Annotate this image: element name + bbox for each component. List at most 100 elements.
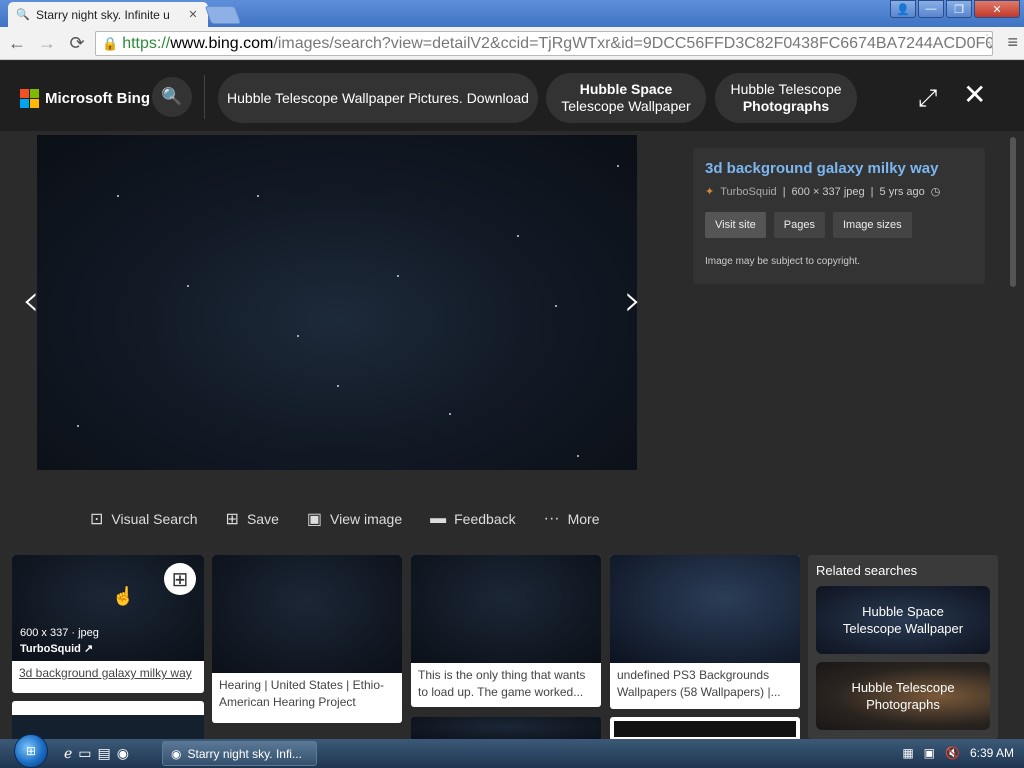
browser-tab[interactable]: 🔍 Starry night sky. Infinite u ✕ [8,2,208,27]
pill-line1: Hubble Telescope Wallpaper Pictures. Dow… [227,89,529,106]
meta-separator: | [870,185,874,198]
close-window-button[interactable]: ✕ [974,0,1020,18]
image-title-link[interactable]: 3d background galaxy milky way [705,160,973,177]
action-label: Save [246,511,279,527]
pages-button[interactable]: Pages [773,212,825,238]
window-controls: 👤 — ❐ ✕ [890,0,1020,18]
volume-muted-icon[interactable]: 🔇 [945,746,960,760]
forward-icon[interactable]: → [34,30,60,56]
add-to-collection-icon[interactable]: ⊞ [164,563,196,595]
image-age: 5 yrs ago [879,185,925,198]
bing-header: Microsoft Bing 🔍 Hubble Telescope Wallpa… [0,61,1024,131]
copyright-notice: Image may be subject to copyright. [705,256,861,267]
expand-icon[interactable]: ⤢ [918,85,937,113]
system-tray: ▦ ▣ 🔇 6:39 AM [902,746,1014,760]
bing-logo[interactable]: Microsoft Bing [20,89,150,108]
scrollbar[interactable] [1010,137,1016,287]
thumbnail-image[interactable]: ⊞ 600 x 337 · jpeg TurboSquid ↗ [12,555,204,661]
thumbnail-caption[interactable]: undefined PS3 Backgrounds Wallpapers (58… [610,663,800,705]
new-tab-button[interactable] [204,6,242,24]
bookmark-star-icon[interactable]: ☆ [986,34,992,53]
chrome-icon: ◉ [171,746,182,761]
chrome-icon[interactable]: ◉ [117,745,129,762]
explorer-icon[interactable]: ▤ [98,745,111,762]
related-pill-2[interactable]: Hubble Space Telescope Wallpaper [546,73,706,123]
card-line1: Hubble Telescope [851,680,955,695]
windows-taskbar: ⊞ ℯ ▭ ▤ ◉ ◉ Starry night sky. Infi... ▦ … [0,733,1024,768]
related-pill-1[interactable]: Hubble Telescope Wallpaper Pictures. Dow… [218,73,538,123]
thumbnail-image[interactable] [411,717,601,741]
restore-button[interactable]: ❐ [946,0,972,18]
save-icon: ⊞ [225,511,239,528]
thumbnail-image[interactable] [614,721,796,737]
thumbnail-selected[interactable]: ⊞ 600 x 337 · jpeg TurboSquid ↗ 3d backg… [12,555,204,693]
image-dimensions: 600 × 337 jpeg [791,185,865,198]
thumbnail-image[interactable] [610,555,800,663]
visual-search-button[interactable]: ⊡ Visual Search [90,509,198,529]
search-icon[interactable]: 🔍 [152,77,192,117]
image-sizes-button[interactable]: Image sizes [832,212,912,238]
ie-icon[interactable]: ℯ [64,745,72,762]
info-buttons: Visit site Pages Image sizes [705,212,973,238]
visual-search-icon: ⊡ [90,511,104,528]
desktop-icon[interactable]: ▭ [78,745,91,762]
card-line2: Photographs [866,697,940,712]
network-icon[interactable]: ▦ [902,746,913,760]
card-line2: Telescope Wallpaper [842,621,964,636]
hand-cursor-icon: ☝ [112,586,135,606]
back-icon[interactable]: ← [4,30,30,56]
clock[interactable]: 6:39 AM [970,746,1014,760]
lock-icon: 🔒 [102,35,119,51]
thumbnail-image[interactable] [12,701,204,741]
thumbnail-partial[interactable] [12,701,204,741]
previous-arrow-icon[interactable]: ‹ [22,275,40,326]
thumbnail-4[interactable]: undefined PS3 Backgrounds Wallpapers (58… [610,555,800,709]
external-link-icon: ↗ [83,643,94,655]
meta-separator: | [782,185,786,198]
thumbnail-partial[interactable] [610,717,800,741]
related-search-card[interactable]: Hubble Telescope Photographs [816,662,990,730]
close-icon[interactable]: ✕ [963,81,986,109]
thumbnail-source[interactable]: TurboSquid ↗ [20,642,93,655]
source-name[interactable]: TurboSquid [720,186,776,198]
action-label: More [567,511,600,527]
monitor-icon[interactable]: ▣ [924,746,935,760]
related-searches-title: Related searches [816,563,918,578]
reload-icon[interactable]: ⟳ [64,30,90,56]
minimize-button[interactable]: — [918,0,944,18]
next-arrow-icon[interactable]: › [624,275,642,326]
thumbnail-image[interactable] [212,555,402,673]
thumbnail-caption-link[interactable]: 3d background galaxy milky way [19,666,192,680]
address-bar[interactable]: 🔒 https:// www.bing.com /images/search?v… [95,31,993,56]
history-icon: ◷ [930,186,941,198]
feedback-icon: ▬ [430,510,447,527]
thumbnail-3[interactable]: This is the only thing that wants to loa… [411,555,601,707]
thumbnail-partial[interactable] [411,717,601,741]
microsoft-logo-icon [20,89,39,108]
view-image-button[interactable]: ▣ View image [307,509,402,529]
thumbnail-image[interactable] [411,555,601,663]
save-button[interactable]: ⊞ Save [226,509,279,529]
close-tab-icon[interactable]: ✕ [186,8,200,21]
related-search-card[interactable]: Hubble Space Telescope Wallpaper [816,586,990,654]
browser-tab-strip: 🔍 Starry night sky. Infinite u ✕ 👤 — ❐ ✕ [0,0,1024,27]
start-button[interactable]: ⊞ [14,733,48,768]
image-meta: ✦ TurboSquid | 600 × 337 jpeg | 5 yrs ag… [705,185,973,199]
more-button[interactable]: ··· More [544,509,600,529]
related-pill-3[interactable]: Hubble Telescope Photographs [715,73,857,123]
pill-line2: Telescope Wallpaper [561,98,691,114]
logo-text: Microsoft Bing [45,90,150,107]
user-icon[interactable]: 👤 [890,0,916,18]
thumbnail-caption[interactable]: This is the only thing that wants to loa… [411,663,601,705]
main-image[interactable] [37,135,637,470]
more-icon: ··· [543,510,560,527]
search-icon: 🔍 [16,9,30,21]
thumbnail-2[interactable]: Hearing | United States | Ethio-American… [212,555,402,723]
visit-site-button[interactable]: Visit site [705,212,766,238]
related-searches-panel: Related searches Hubble Space Telescope W… [808,555,998,739]
thumbnail-source-text: TurboSquid [20,643,81,655]
taskbar-chrome-window[interactable]: ◉ Starry night sky. Infi... [162,741,317,766]
chrome-menu-icon[interactable]: ≡ [1007,32,1018,53]
thumbnail-caption[interactable]: Hearing | United States | Ethio-American… [212,673,402,715]
feedback-button[interactable]: ▬ Feedback [430,509,515,529]
